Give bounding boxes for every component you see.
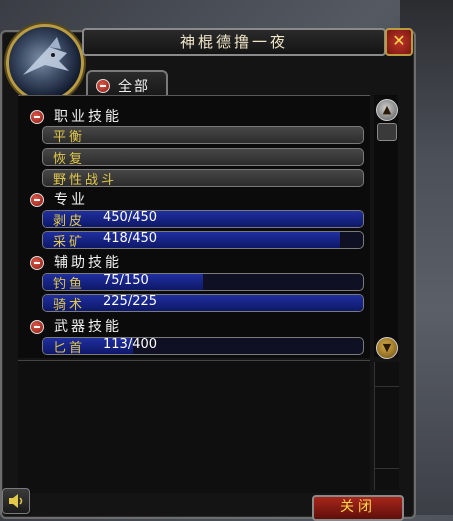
category-label: 专业 [54,192,88,208]
character-portrait [6,24,84,102]
divider [375,386,399,387]
skill-name: 匕首 [53,341,86,355]
speaker-icon[interactable] [2,488,30,514]
skill-row[interactable]: 匕首 113/400 [42,337,364,355]
collapse-icon[interactable] [30,193,44,207]
skill-row[interactable]: 骑术 225/225 [42,294,364,312]
skill-progress-fill [43,211,363,227]
tab-all-label: 全部 [118,79,150,95]
scroll-thumb[interactable] [377,123,397,141]
skill-name: 野性战斗 [53,173,118,187]
skill-row[interactable]: 采矿 418/450 [42,231,364,249]
skill-value: 225/225 [103,294,158,309]
collapse-icon[interactable] [30,256,44,270]
window-title: 神棍德撸一夜 [82,28,386,56]
skill-value: 113/400 [103,337,158,352]
skill-progress-fill [43,295,363,311]
skill-value: 418/450 [103,231,158,246]
category-label: 武器技能 [54,319,122,335]
collapse-icon[interactable] [30,320,44,334]
skill-list-scrollbar[interactable]: ▲ ▼ [374,95,398,359]
collapse-all-icon[interactable] [96,79,110,93]
category-label: 辅助技能 [54,255,122,271]
collapse-icon[interactable] [30,110,44,124]
skill-row[interactable]: 恢复 [42,148,364,166]
scroll-down-icon[interactable]: ▼ [376,337,398,359]
close-x-button[interactable]: ✕ [385,28,413,56]
category-label: 职业技能 [54,109,122,125]
skill-value: 450/450 [103,210,158,225]
close-button[interactable]: 关闭 [312,495,404,521]
detail-scrollbar[interactable] [374,362,399,490]
skill-name: 钓鱼 [53,277,86,291]
skill-list: 职业技能 平衡 恢复 野性战斗 专业 剥皮 450/450 采矿 418/450… [18,95,370,358]
skill-name: 采矿 [53,235,86,249]
scroll-up-icon[interactable]: ▲ [376,99,398,121]
skill-progress-fill [43,232,341,248]
skill-value: 75/150 [103,273,149,288]
skill-name: 平衡 [53,130,86,144]
divider [375,468,399,469]
skill-row[interactable]: 野性战斗 [42,169,364,187]
skill-row[interactable]: 钓鱼 75/150 [42,273,364,291]
skill-name: 恢复 [53,152,86,166]
skill-name: 剥皮 [53,214,86,228]
skill-row[interactable]: 平衡 [42,126,364,144]
skill-row[interactable]: 剥皮 450/450 [42,210,364,228]
skill-name: 骑术 [53,298,86,312]
skill-detail-pane [18,360,370,493]
